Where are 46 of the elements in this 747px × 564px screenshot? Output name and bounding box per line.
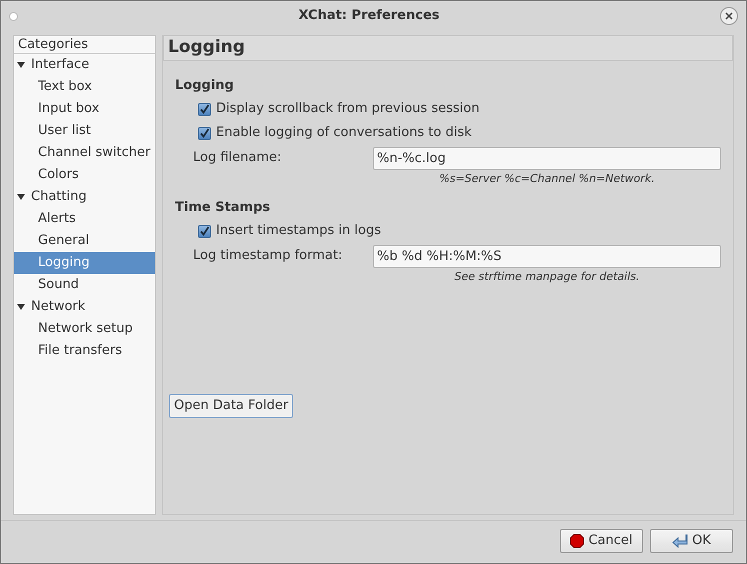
expanded-triangle-icon[interactable]	[17, 61, 25, 69]
close-button[interactable]	[720, 7, 738, 25]
category-item[interactable]: Colors	[14, 164, 155, 186]
section-heading: Logging	[175, 77, 235, 96]
checkbox-label[interactable]: Enable logging of conversations to disk	[216, 123, 472, 143]
category-item[interactable]: Interface	[14, 54, 155, 76]
category-item[interactable]: Sound	[14, 274, 155, 296]
field-label: Log filename:	[193, 149, 282, 168]
field-hint: See strftime manpage for details.	[454, 269, 640, 285]
checkbox-label[interactable]: Insert timestamps in logs	[216, 221, 382, 241]
category-item[interactable]: Input box	[14, 98, 155, 120]
category-item[interactable]: Network setup	[14, 318, 155, 340]
stop-icon	[570, 534, 584, 548]
page-header: Logging	[163, 35, 733, 61]
checkbox[interactable]	[198, 224, 211, 238]
category-item[interactable]: General	[14, 230, 155, 252]
category-item[interactable]: Alerts	[14, 208, 155, 230]
category-label: Chatting	[31, 188, 87, 206]
checkmark-icon	[199, 226, 210, 236]
category-item[interactable]: Network	[14, 296, 155, 318]
field-label: Log timestamp format:	[193, 247, 344, 266]
section-heading: Time Stamps	[175, 199, 272, 218]
input-field[interactable]: %b %d %H:%M:%S	[373, 244, 721, 268]
window-title: XChat: Preferences	[297, 7, 441, 26]
checkbox-label[interactable]: Display scrollback from previous session	[216, 99, 480, 119]
category-item[interactable]: Channel switcher	[14, 142, 155, 164]
cancel-button[interactable]: Cancel	[560, 529, 643, 553]
category-item[interactable]: Text box	[14, 76, 155, 98]
close-icon	[725, 12, 733, 20]
ok-button[interactable]: OK	[650, 529, 733, 553]
checkmark-icon	[199, 104, 210, 114]
checkbox[interactable]	[198, 102, 211, 116]
category-item[interactable]: Chatting	[14, 186, 155, 208]
category-item[interactable]: File transfers	[14, 340, 155, 362]
expanded-triangle-icon[interactable]	[17, 193, 25, 201]
field-hint: %s=Server %c=Channel %n=Network.	[439, 171, 655, 187]
return-arrow-icon	[672, 534, 688, 548]
list-header: Categories	[14, 36, 155, 54]
input-field[interactable]: %n-%c.log	[373, 146, 721, 170]
category-label: Network	[31, 298, 86, 316]
checkbox[interactable]	[198, 126, 211, 140]
category-item[interactable]: User list	[14, 120, 155, 142]
category-label: Interface	[31, 56, 90, 74]
checkmark-icon	[199, 128, 210, 138]
expanded-triangle-icon[interactable]	[17, 303, 25, 311]
open-data-folder-button[interactable]: Open Data Folder	[169, 394, 294, 418]
